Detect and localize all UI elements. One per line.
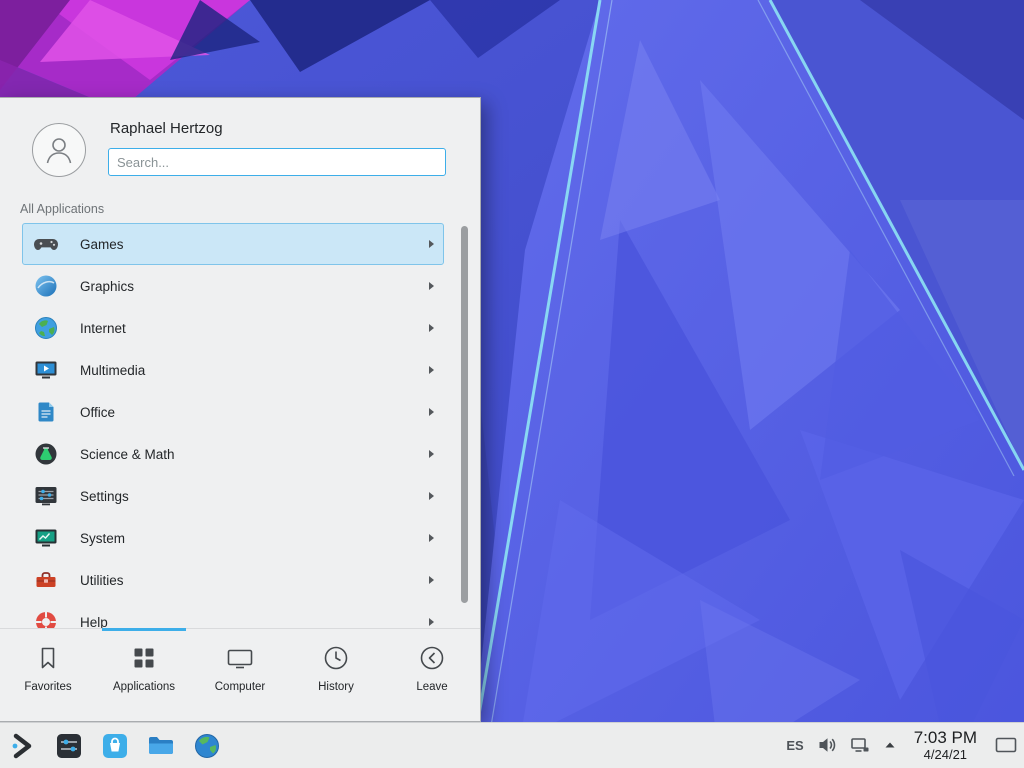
submenu-arrow-icon: [429, 618, 434, 626]
leave-icon: [417, 643, 447, 673]
list-scrollbar[interactable]: [461, 226, 468, 603]
submenu-arrow-icon: [429, 240, 434, 248]
application-category-list: Games Graphics: [0, 223, 480, 631]
category-internet[interactable]: Internet: [22, 307, 444, 349]
clock-time: 7:03 PM: [914, 728, 977, 748]
submenu-arrow-icon: [429, 576, 434, 584]
search-input[interactable]: [108, 148, 446, 176]
category-label: Graphics: [80, 279, 134, 294]
dolphin-file-manager-icon[interactable]: [146, 731, 176, 761]
graphics-icon: [33, 273, 59, 299]
tab-favorites[interactable]: Favorites: [0, 629, 96, 721]
category-multimedia[interactable]: Multimedia: [22, 349, 444, 391]
category-office[interactable]: Office: [22, 391, 444, 433]
tab-label: Favorites: [24, 681, 71, 693]
category-label: System: [80, 531, 125, 546]
launcher-header: Raphael Hertzog: [0, 98, 480, 202]
tab-label: History: [318, 681, 354, 693]
utilities-icon: [33, 567, 59, 593]
category-label: Games: [80, 237, 124, 252]
category-help[interactable]: Help: [22, 601, 444, 631]
games-icon: [33, 231, 59, 257]
category-label: Settings: [80, 489, 129, 504]
category-science-math[interactable]: Science & Math: [22, 433, 444, 475]
category-games[interactable]: Games: [22, 223, 444, 265]
category-graphics[interactable]: Graphics: [22, 265, 444, 307]
tab-history[interactable]: History: [288, 629, 384, 721]
submenu-arrow-icon: [429, 366, 434, 374]
system-settings-launcher-icon[interactable]: [54, 731, 84, 761]
multimedia-icon: [33, 357, 59, 383]
digital-clock[interactable]: 7:03 PM 4/24/21: [914, 728, 977, 762]
tab-leave[interactable]: Leave: [384, 629, 480, 721]
science-icon: [33, 441, 59, 467]
tab-label: Computer: [215, 681, 266, 693]
volume-icon[interactable]: [817, 735, 837, 755]
network-icon[interactable]: [850, 735, 870, 755]
category-utilities[interactable]: Utilities: [22, 559, 444, 601]
tab-label: Leave: [416, 681, 447, 693]
taskbar-launchers: [0, 731, 222, 761]
favorites-icon: [33, 643, 63, 673]
web-browser-icon[interactable]: [192, 731, 222, 761]
category-label: Office: [80, 405, 115, 420]
clock-date: 4/24/21: [924, 748, 967, 763]
category-settings[interactable]: Settings: [22, 475, 444, 517]
launcher-tabbar: Favorites Applications Computer: [0, 628, 480, 721]
taskbar-panel: ES 7:03 PM 4/24/21: [0, 722, 1024, 768]
settings-icon: [33, 483, 59, 509]
submenu-arrow-icon: [429, 450, 434, 458]
internet-icon: [33, 315, 59, 341]
computer-icon: [225, 643, 255, 673]
user-icon: [42, 133, 76, 167]
category-label: Internet: [80, 321, 126, 336]
keyboard-layout-indicator[interactable]: ES: [786, 738, 803, 753]
submenu-arrow-icon: [429, 534, 434, 542]
tab-computer[interactable]: Computer: [192, 629, 288, 721]
discover-software-center-icon[interactable]: [100, 731, 130, 761]
office-icon: [33, 399, 59, 425]
category-label: Science & Math: [80, 447, 175, 462]
application-launcher-button[interactable]: [8, 731, 38, 761]
tab-label: Applications: [113, 681, 175, 693]
tab-applications[interactable]: Applications: [96, 629, 192, 721]
category-label: Utilities: [80, 573, 124, 588]
expand-tray-caret-icon[interactable]: [883, 738, 897, 752]
avatar[interactable]: [32, 123, 86, 177]
system-tray: ES 7:03 PM 4/24/21: [786, 728, 1024, 762]
application-launcher-popup: Raphael Hertzog All Applications Games: [0, 97, 481, 722]
user-name: Raphael Hertzog: [110, 120, 223, 137]
submenu-arrow-icon: [429, 408, 434, 416]
show-desktop-button[interactable]: [994, 735, 1018, 755]
category-system[interactable]: System: [22, 517, 444, 559]
submenu-arrow-icon: [429, 282, 434, 290]
all-applications-label: All Applications: [20, 202, 104, 216]
applications-icon: [129, 643, 159, 673]
submenu-arrow-icon: [429, 324, 434, 332]
submenu-arrow-icon: [429, 492, 434, 500]
system-icon: [33, 525, 59, 551]
category-label: Multimedia: [80, 363, 145, 378]
desktop: Raphael Hertzog All Applications Games: [0, 0, 1024, 768]
history-icon: [321, 643, 351, 673]
